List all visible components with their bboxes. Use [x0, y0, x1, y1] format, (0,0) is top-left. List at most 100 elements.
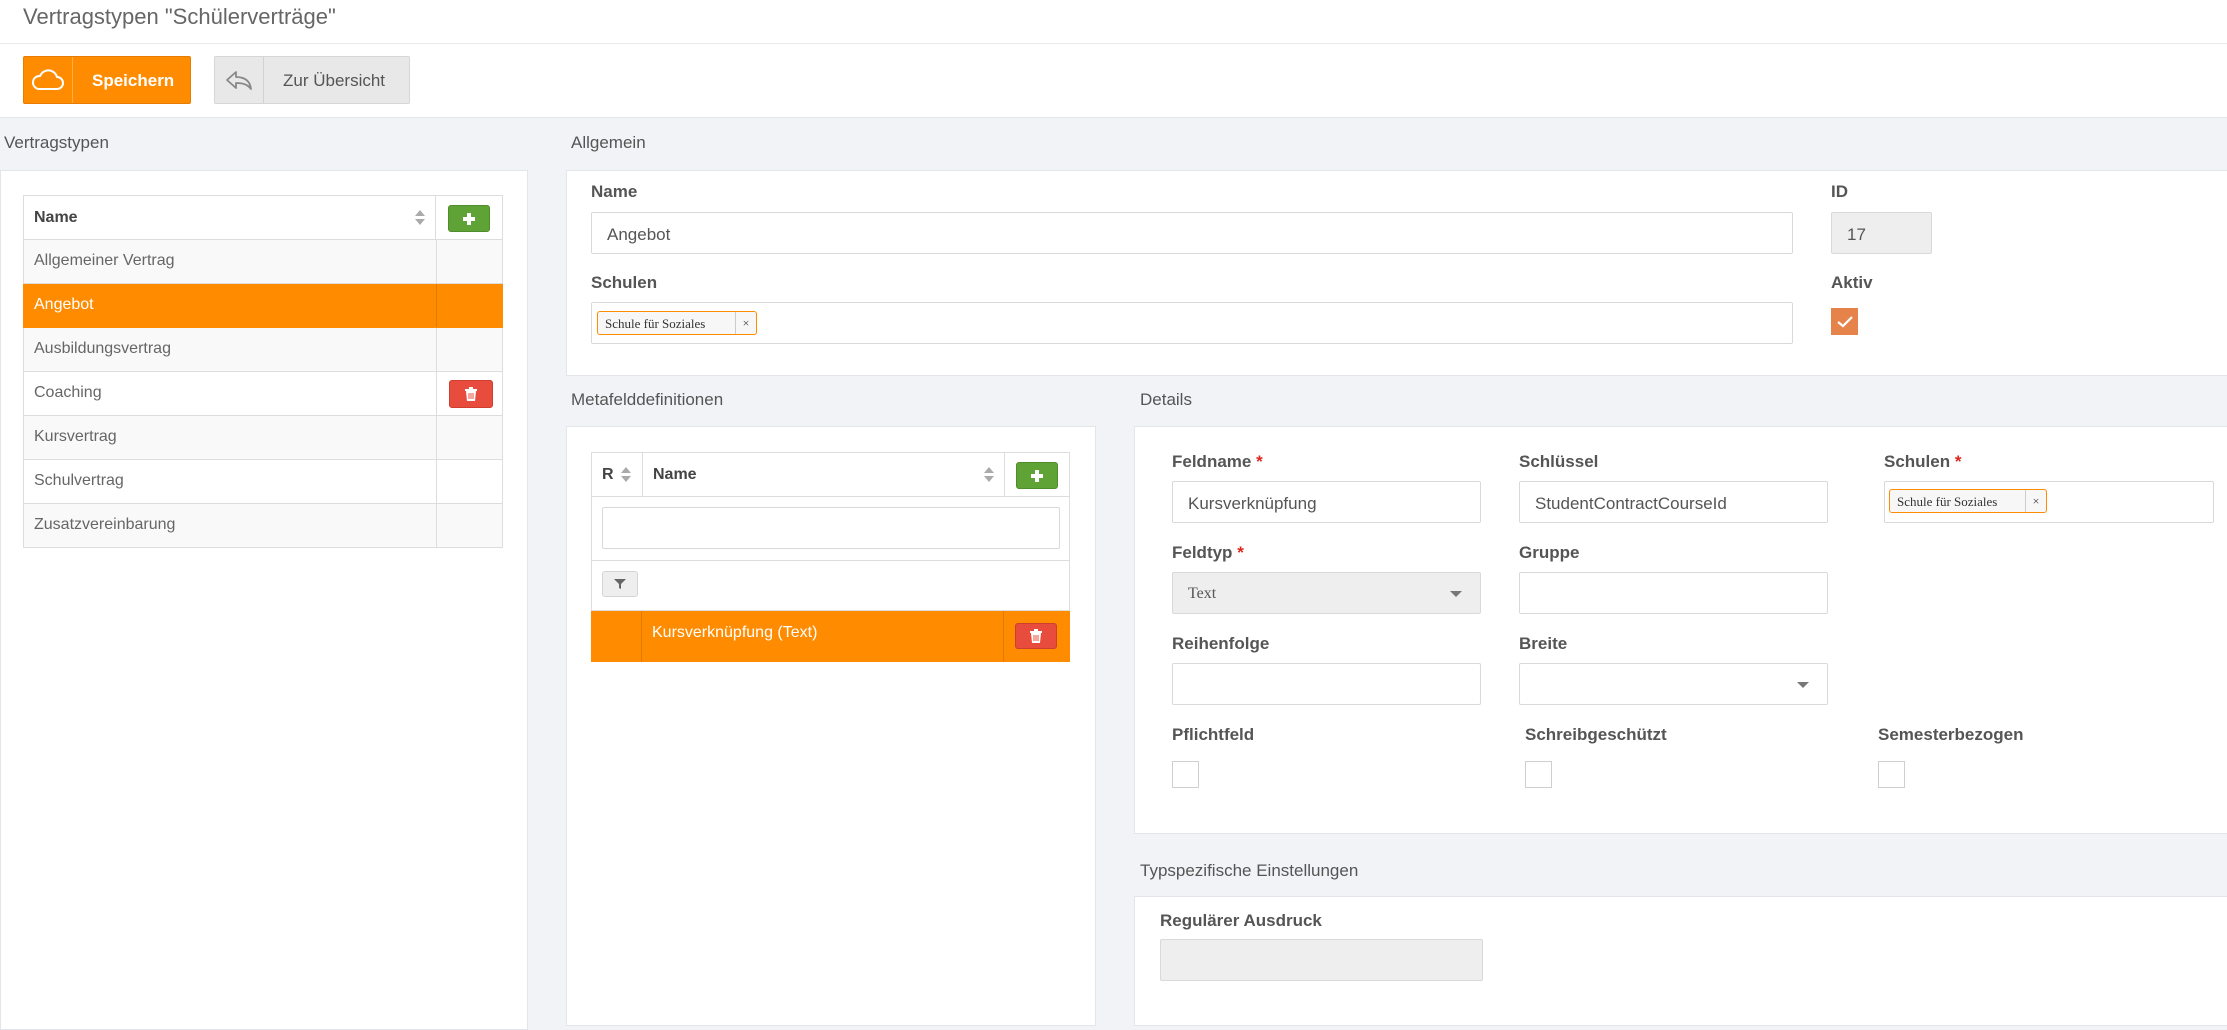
schools-label: Schulen — [591, 273, 658, 292]
contract-type-name: Kursvertrag — [34, 428, 117, 445]
width-label: Breite — [1519, 634, 1568, 653]
page-title: Vertragstypen "Schülerverträge" — [23, 4, 336, 29]
save-label: Speichern — [92, 71, 175, 90]
contract-type-name: Zusatzvereinbarung — [34, 516, 176, 533]
fieldname-value: Kursverknüpfung — [1188, 494, 1317, 513]
plus-icon — [463, 212, 475, 225]
group-input[interactable] — [1519, 572, 1828, 614]
contract-type-row[interactable]: Zusatzvereinbarung — [23, 504, 503, 548]
active-checkbox[interactable] — [1831, 308, 1858, 335]
contract-type-row[interactable]: Coaching — [23, 372, 503, 416]
details-title: Details — [1140, 390, 1192, 409]
search-row — [591, 497, 1070, 561]
column-r[interactable]: R — [602, 466, 614, 484]
metafield-row-selected[interactable]: Kursverknüpfung (Text) — [591, 611, 1070, 662]
column-name[interactable]: Name — [34, 209, 78, 227]
row-actions — [436, 372, 502, 415]
row-actions — [436, 328, 502, 371]
details-schools-label: Schulen * — [1884, 452, 1961, 472]
group-label: Gruppe — [1519, 543, 1580, 562]
readonly-label: Schreibgeschützt — [1525, 725, 1667, 744]
school-tag-label: Schule für Soziales — [605, 316, 706, 331]
name-input[interactable]: Angebot — [591, 212, 1793, 254]
metafield-search-input[interactable] — [602, 507, 1060, 549]
school-tag[interactable]: Schule für Soziales × — [1889, 489, 2047, 513]
sort-icon[interactable] — [984, 467, 994, 483]
add-contract-type-button[interactable] — [448, 205, 490, 232]
reply-icon — [215, 57, 264, 103]
order-input[interactable] — [1172, 663, 1481, 705]
filter-row — [591, 561, 1070, 611]
contract-type-row-selected[interactable]: Angebot — [23, 284, 503, 328]
row-actions — [436, 416, 502, 459]
required-marker: * — [1237, 543, 1244, 562]
check-icon — [1836, 315, 1853, 327]
contract-types-title: Vertragstypen — [4, 133, 109, 152]
contract-type-row[interactable]: Ausbildungsvertrag — [23, 328, 503, 372]
divider — [0, 43, 2227, 44]
fieldname-input[interactable]: Kursverknüpfung — [1172, 481, 1481, 523]
key-value: StudentContractCourseId — [1535, 494, 1727, 513]
details-schools-select[interactable]: Schule für Soziales × — [1884, 481, 2214, 523]
active-label: Aktiv — [1831, 273, 1873, 292]
fieldtype-select[interactable]: Text — [1172, 572, 1481, 614]
metafields-header: R Name — [591, 452, 1070, 497]
contract-type-name: Coaching — [34, 384, 102, 401]
contract-type-row[interactable]: Schulvertrag — [23, 460, 503, 504]
contract-type-row[interactable]: Allgemeiner Vertrag — [23, 240, 503, 284]
overview-button[interactable]: Zur Übersicht — [214, 56, 410, 104]
semester-checkbox[interactable] — [1878, 761, 1905, 788]
width-select[interactable] — [1519, 663, 1828, 705]
type-settings-title: Typspezifische Einstellungen — [1140, 861, 1359, 880]
required-checkbox[interactable] — [1172, 761, 1199, 788]
trash-icon — [1030, 629, 1042, 643]
fieldtype-value: Text — [1188, 585, 1217, 602]
divider — [1003, 611, 1004, 662]
contract-type-name: Ausbildungsvertrag — [34, 340, 171, 357]
overview-label: Zur Übersicht — [283, 71, 386, 90]
contract-type-row[interactable]: Kursvertrag — [23, 416, 503, 460]
row-actions — [436, 240, 502, 283]
sort-icon[interactable] — [415, 210, 425, 226]
fieldname-label: Feldname * — [1172, 452, 1263, 472]
fieldtype-label: Feldtyp * — [1172, 543, 1244, 563]
row-actions — [436, 284, 502, 327]
remove-tag-icon[interactable]: × — [2025, 490, 2046, 512]
name-label: Name — [591, 182, 638, 201]
schools-select[interactable]: Schule für Soziales × — [591, 302, 1793, 344]
row-actions — [436, 504, 502, 547]
filter-button[interactable] — [602, 571, 638, 597]
sort-icon[interactable] — [621, 467, 631, 483]
filter-icon — [614, 579, 626, 589]
delete-metafield-button[interactable] — [1015, 623, 1057, 649]
column-name[interactable]: Name — [653, 466, 697, 484]
regex-label: Regulärer Ausdruck — [1160, 911, 1322, 930]
remove-tag-icon[interactable]: × — [735, 312, 756, 334]
contract-types-header: Name — [23, 195, 503, 240]
fieldname-label-text: Feldname — [1172, 452, 1252, 471]
school-tag-label: Schule für Soziales — [1897, 494, 1998, 509]
metafield-name: Kursverknüpfung (Text) — [652, 624, 818, 641]
general-panel — [566, 170, 2227, 376]
plus-icon — [1031, 469, 1043, 482]
contract-type-name: Allgemeiner Vertrag — [34, 252, 175, 269]
add-metafield-button[interactable] — [1016, 462, 1058, 489]
key-input[interactable]: StudentContractCourseId — [1519, 481, 1828, 523]
readonly-checkbox[interactable] — [1525, 761, 1552, 788]
chevron-down-icon — [1450, 591, 1462, 597]
regex-input — [1160, 939, 1483, 981]
divider — [641, 611, 642, 662]
details-schools-label-text: Schulen — [1884, 452, 1951, 471]
delete-contract-type-button[interactable] — [449, 380, 493, 408]
required-marker: * — [1256, 452, 1263, 471]
divider — [435, 196, 436, 239]
semester-label: Semesterbezogen — [1878, 725, 2024, 744]
id-value: 17 — [1847, 225, 1866, 244]
cloud-icon — [24, 57, 73, 103]
name-value: Angebot — [607, 225, 671, 244]
required-label: Pflichtfeld — [1172, 725, 1255, 744]
school-tag[interactable]: Schule für Soziales × — [597, 311, 757, 335]
divider — [642, 453, 643, 496]
save-button[interactable]: Speichern — [23, 56, 191, 104]
required-marker: * — [1954, 452, 1962, 471]
